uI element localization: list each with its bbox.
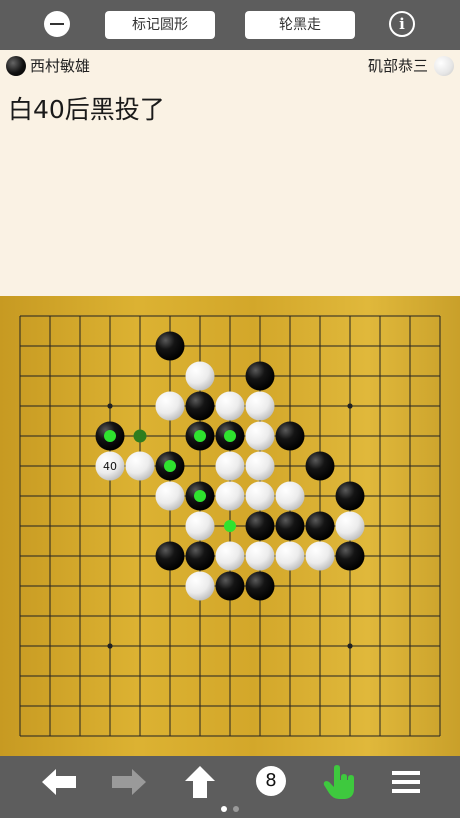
turn-indicator-button[interactable]: 轮黑走: [245, 11, 355, 39]
white-stone: [185, 511, 215, 541]
white-player-name: 矶部恭三: [367, 57, 428, 75]
minus-icon[interactable]: [44, 11, 70, 37]
black-stone: [245, 571, 275, 601]
move-count-badge[interactable]: 8: [256, 766, 286, 796]
white-stone: [185, 571, 215, 601]
black-stone: [275, 421, 305, 451]
white-stone: [155, 481, 185, 511]
top-toolbar: 标记圆形 轮黑走 i: [0, 0, 460, 50]
white-stone: [245, 391, 275, 421]
black-stone: [245, 361, 275, 391]
page-dot: [233, 806, 239, 812]
white-stone: [275, 481, 305, 511]
white-stone: [245, 481, 275, 511]
black-stone-icon: [6, 56, 26, 76]
up-arrow-icon[interactable]: [180, 764, 220, 800]
star-point: [107, 643, 113, 649]
black-stone: [305, 511, 335, 541]
black-stone: [185, 541, 215, 571]
info-icon[interactable]: i: [389, 11, 415, 37]
white-stone: [125, 451, 155, 481]
white-stone: [275, 541, 305, 571]
white-stone: [215, 481, 245, 511]
game-comment: 白40后黑投了: [8, 95, 165, 124]
white-stone: [215, 541, 245, 571]
star-point: [107, 403, 113, 409]
white-stone: [305, 541, 335, 571]
black-stone: [155, 541, 185, 571]
green-marker: [133, 429, 147, 443]
black-stone: [305, 451, 335, 481]
white-stone: [335, 511, 365, 541]
go-board[interactable]: 40: [0, 296, 460, 756]
back-arrow-icon[interactable]: [39, 764, 79, 800]
green-marker: [224, 520, 236, 532]
forward-arrow-icon[interactable]: [109, 764, 149, 800]
white-stone: [155, 391, 185, 421]
white-stone: [215, 451, 245, 481]
white-stone: [185, 361, 215, 391]
black-stone: [185, 391, 215, 421]
mark-circle-button[interactable]: 标记圆形: [105, 11, 215, 39]
white-stone: [245, 451, 275, 481]
black-stone: [335, 541, 365, 571]
star-point: [347, 643, 353, 649]
green-marker: [194, 430, 206, 442]
page-dot: [221, 806, 227, 812]
move-count: 8: [265, 770, 277, 791]
menu-icon[interactable]: [386, 764, 426, 800]
black-stone: [155, 331, 185, 361]
green-marker: [164, 460, 176, 472]
black-stone: [275, 511, 305, 541]
green-marker: [104, 430, 116, 442]
board-canvas[interactable]: 40: [0, 296, 460, 756]
black-player-name: 西村敏雄: [30, 57, 91, 75]
black-stone: [335, 481, 365, 511]
page-indicator: [0, 804, 460, 814]
black-stone: [215, 571, 245, 601]
move-number-label: 40: [103, 460, 117, 473]
white-stone: [245, 421, 275, 451]
star-point: [347, 403, 353, 409]
white-stone-icon: [434, 56, 454, 76]
hand-pointer-icon[interactable]: [320, 764, 360, 800]
white-stone: [245, 541, 275, 571]
players-bar: 西村敏雄 矶部恭三: [0, 50, 460, 82]
black-stone: [245, 511, 275, 541]
green-marker: [224, 430, 236, 442]
green-marker: [194, 490, 206, 502]
white-stone: [215, 391, 245, 421]
info-glyph: i: [399, 15, 405, 33]
